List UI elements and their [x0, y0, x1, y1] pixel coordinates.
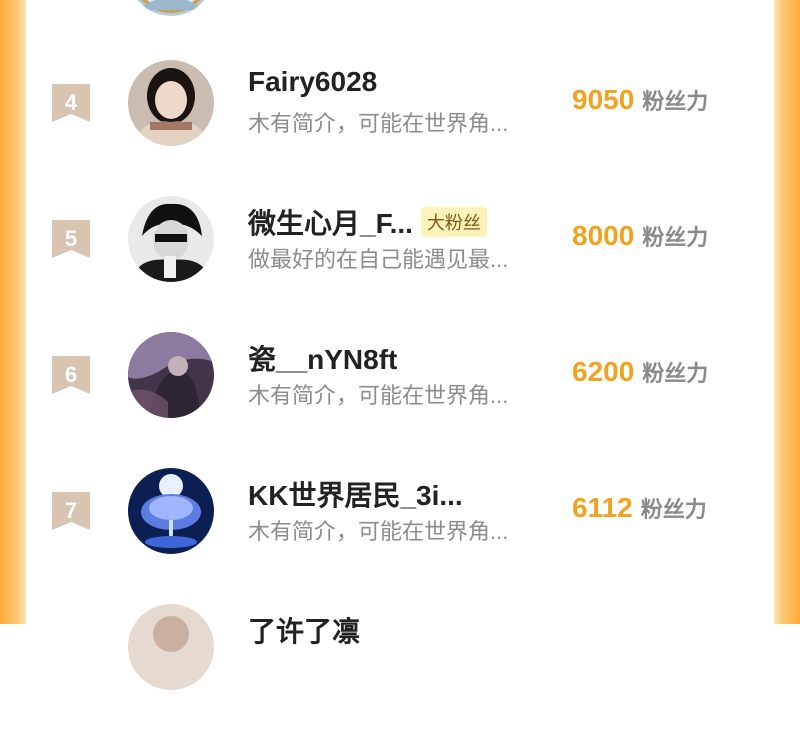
user-bio: 木有简介，可能在世界角... [248, 519, 509, 544]
ranking-list-card: 4 Fairy6028 木有简介，可能在世界角... 9050 粉丝力 5 微生… [26, 0, 774, 690]
fan-power-score: 6200 粉丝力 [572, 356, 708, 388]
rank-number: 4 [64, 90, 78, 115]
score-label: 粉丝力 [642, 225, 709, 250]
user-avatar[interactable] [128, 196, 214, 282]
score-value: 6112 [572, 492, 633, 523]
user-avatar[interactable] [128, 60, 214, 146]
rank-number: 7 [64, 498, 78, 523]
fan-power-score: 9050 粉丝力 [572, 84, 708, 116]
big-fan-badge: 大粉丝 [420, 207, 487, 237]
left-orange-edge [0, 0, 26, 624]
right-orange-edge [774, 0, 800, 624]
user-avatar[interactable] [128, 604, 214, 690]
user-bio: 木有简介，可能在世界角... [248, 383, 509, 408]
user-avatar[interactable] [128, 332, 214, 418]
ranking-row-partial[interactable]: 了许了凛 [26, 604, 774, 740]
ranking-row[interactable]: 5 微生心月_F... 大粉丝 做最好的在自己能遇见最... 8000 粉丝力 [26, 196, 774, 332]
rank-badge: 5 [52, 220, 90, 258]
ranking-row[interactable]: 7 KK世界居民_3i... 木有简介，可能在世界角... 6112 粉丝力 [26, 468, 774, 604]
rank-badge: 4 [52, 84, 90, 122]
rank-number: 5 [64, 226, 78, 251]
fan-power-score: 8000 粉丝力 [572, 220, 708, 252]
score-label: 粉丝力 [642, 361, 709, 386]
user-name[interactable]: KK世界居民_3i... [248, 474, 463, 514]
rank-badge: 6 [52, 356, 90, 394]
rank-number: 6 [64, 362, 78, 387]
ranking-row[interactable]: 6 瓷__nYN8ft 木有简介，可能在世界角... 6200 粉丝力 [26, 332, 774, 468]
score-value: 9050 [572, 84, 635, 115]
fan-power-score: 6112 粉丝力 [572, 492, 707, 524]
ranking-row[interactable]: 4 Fairy6028 木有简介，可能在世界角... 9050 粉丝力 [26, 60, 774, 196]
rank-badge: 7 [52, 492, 90, 530]
user-name[interactable]: 了许了凛 [248, 610, 360, 650]
score-value: 8000 [572, 220, 635, 251]
score-value: 6200 [572, 356, 635, 387]
score-label: 粉丝力 [640, 497, 707, 522]
user-name[interactable]: 瓷__nYN8ft [248, 338, 397, 378]
user-bio: 做最好的在自己能遇见最... [248, 247, 509, 272]
user-bio: 木有简介，可能在世界角... [248, 111, 509, 136]
user-avatar[interactable] [128, 468, 214, 554]
user-name[interactable]: Fairy6028 [248, 66, 377, 98]
avatar-partial-top [128, 0, 214, 16]
user-name[interactable]: 微生心月_F... 大粉丝 [248, 202, 487, 242]
score-label: 粉丝力 [642, 89, 709, 114]
